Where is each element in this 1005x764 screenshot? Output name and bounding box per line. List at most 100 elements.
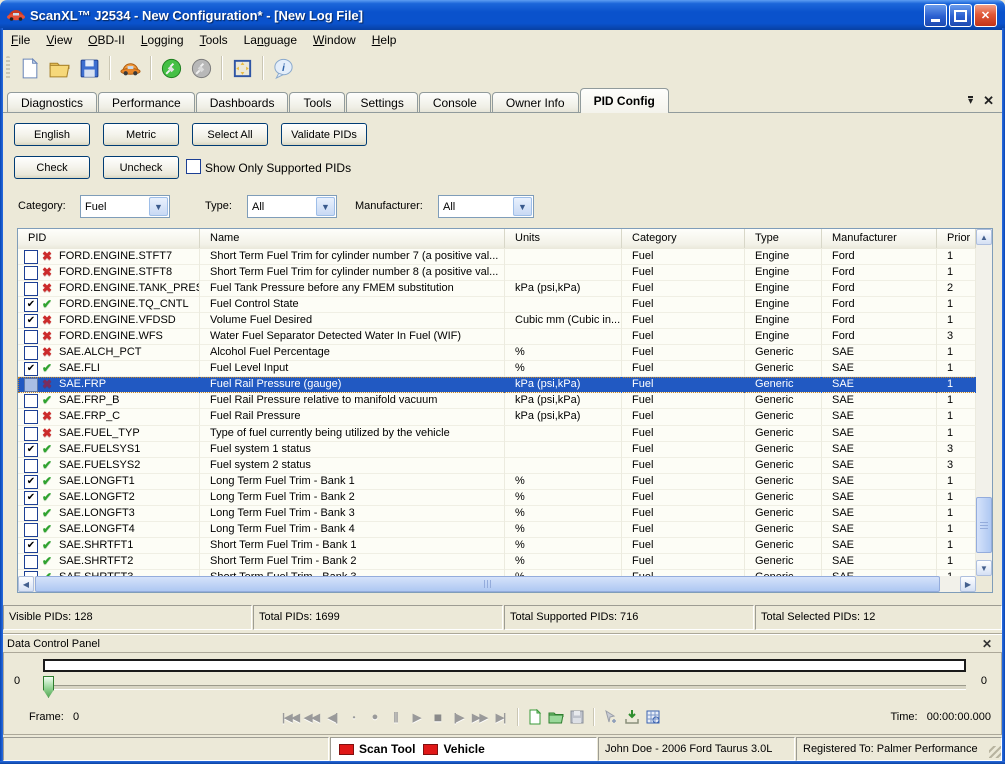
- resize-grip[interactable]: [989, 746, 1001, 758]
- tab-pid-config[interactable]: PID Config: [580, 88, 669, 113]
- tab-performance[interactable]: Performance: [98, 92, 195, 113]
- table-row[interactable]: ✖SAE.ALCH_PCTAlcohol Fuel Percentage%Fue…: [18, 345, 976, 361]
- validate-pids-button[interactable]: Validate PIDs: [281, 123, 367, 146]
- column-header-type[interactable]: Type: [745, 229, 822, 248]
- dcp-close-button[interactable]: ✕: [982, 637, 992, 651]
- manufacturer-dropdown-icon[interactable]: ▼: [513, 197, 532, 216]
- menu-view[interactable]: View: [38, 31, 80, 49]
- tab-tools[interactable]: Tools: [289, 92, 345, 113]
- horizontal-scrollbar[interactable]: ◀ ▶: [18, 576, 976, 592]
- select-all-button[interactable]: Select All: [192, 123, 268, 146]
- row-checkbox[interactable]: [24, 330, 38, 344]
- step-forward-button[interactable]: |▶: [448, 706, 469, 728]
- column-header-units[interactable]: Units: [505, 229, 622, 248]
- connect-icon[interactable]: [156, 54, 186, 82]
- table-row[interactable]: ✔SAE.LONGFT4Long Term Fuel Trim - Bank 4…: [18, 522, 976, 538]
- menu-tools[interactable]: Tools: [192, 31, 236, 49]
- rewind-button[interactable]: ◀◀: [301, 706, 322, 728]
- table-row[interactable]: ✔✔SAE.FLIFuel Level Input%FuelGenericSAE…: [18, 361, 976, 377]
- row-checkbox[interactable]: ✔: [24, 475, 38, 489]
- add-note-icon[interactable]: [600, 706, 621, 728]
- pause-button[interactable]: ||: [385, 706, 406, 728]
- maximize-button[interactable]: [949, 4, 972, 27]
- table-row[interactable]: ✔✔SAE.LONGFT2Long Term Fuel Trim - Bank …: [18, 490, 976, 506]
- menu-language[interactable]: Language: [236, 31, 305, 49]
- close-button[interactable]: ✕: [974, 4, 997, 27]
- row-checkbox[interactable]: ✔: [24, 443, 38, 457]
- tab-settings[interactable]: Settings: [346, 92, 417, 113]
- table-row[interactable]: ✔SAE.FUELSYS2Fuel system 2 statusFuelGen…: [18, 458, 976, 474]
- column-header-pid[interactable]: PID: [20, 229, 200, 248]
- row-checkbox[interactable]: [24, 555, 38, 569]
- column-header-prior[interactable]: Prior: [937, 229, 976, 248]
- table-row[interactable]: ✔SAE.SHRTFT2Short Term Fuel Trim - Bank …: [18, 554, 976, 570]
- row-checkbox[interactable]: [24, 427, 38, 441]
- table-row[interactable]: ✔✖FORD.ENGINE.VFDSDVolume Fuel DesiredCu…: [18, 313, 976, 329]
- table-row[interactable]: ✔✔SAE.FUELSYS1Fuel system 1 statusFuelGe…: [18, 442, 976, 458]
- play-button[interactable]: ▶: [406, 706, 427, 728]
- row-checkbox[interactable]: [24, 507, 38, 521]
- scroll-right-button[interactable]: ▶: [960, 576, 976, 592]
- table-row[interactable]: ✔SAE.LONGFT3Long Term Fuel Trim - Bank 3…: [18, 506, 976, 522]
- export-icon[interactable]: [621, 706, 642, 728]
- menu-window[interactable]: Window: [305, 31, 364, 49]
- table-row[interactable]: ✖FORD.ENGINE.STFT8Short Term Fuel Trim f…: [18, 265, 976, 281]
- frame-slider-thumb[interactable]: [43, 676, 54, 698]
- table-row[interactable]: ✔✔SAE.LONGFT1Long Term Fuel Trim - Bank …: [18, 474, 976, 490]
- table-row[interactable]: ✖FORD.ENGINE.WFSWater Fuel Separator Det…: [18, 329, 976, 345]
- row-checkbox[interactable]: [24, 250, 38, 264]
- menu-obd-ii[interactable]: OBD-II: [80, 31, 133, 49]
- new-file-icon[interactable]: [14, 54, 44, 82]
- vehicle-icon[interactable]: [115, 54, 145, 82]
- table-row[interactable]: ✖FORD.ENGINE.STFT7Short Term Fuel Trim f…: [18, 249, 976, 265]
- table-row[interactable]: ✔✔FORD.ENGINE.TQ_CNTLFuel Control StateF…: [18, 297, 976, 313]
- fast-forward-button[interactable]: ▶▶: [469, 706, 490, 728]
- disconnect-icon[interactable]: [186, 54, 216, 82]
- tab-scroll-button[interactable]: ▾: [968, 96, 973, 107]
- row-checkbox[interactable]: [24, 523, 38, 537]
- row-checkbox[interactable]: [24, 266, 38, 280]
- category-dropdown-icon[interactable]: ▼: [149, 197, 168, 216]
- row-checkbox[interactable]: [24, 459, 38, 473]
- row-checkbox[interactable]: [24, 394, 38, 408]
- row-checkbox[interactable]: ✔: [24, 539, 38, 553]
- menu-file[interactable]: File: [3, 31, 38, 49]
- table-row[interactable]: ✖SAE.FUEL_TYPType of fuel currently bein…: [18, 426, 976, 442]
- type-dropdown-icon[interactable]: ▼: [316, 197, 335, 216]
- table-row[interactable]: ✔SAE.FRP_BFuel Rail Pressure relative to…: [18, 393, 976, 409]
- tab-close-button[interactable]: ✕: [983, 93, 994, 109]
- save-icon[interactable]: [74, 54, 104, 82]
- record-button[interactable]: ●: [364, 706, 385, 728]
- row-checkbox[interactable]: ✔: [24, 298, 38, 312]
- skip-first-button[interactable]: |◀◀: [280, 706, 301, 728]
- row-checkbox[interactable]: [24, 282, 38, 296]
- view-grid-icon[interactable]: [642, 706, 663, 728]
- step-back-button[interactable]: ◀|: [322, 706, 343, 728]
- metric-button[interactable]: Metric: [103, 123, 179, 146]
- type-combobox[interactable]: All ▼: [247, 195, 337, 218]
- row-checkbox[interactable]: ✔: [24, 362, 38, 376]
- row-checkbox[interactable]: ✔: [24, 314, 38, 328]
- scroll-down-button[interactable]: ▼: [976, 560, 992, 576]
- menu-help[interactable]: Help: [364, 31, 405, 49]
- column-header-category[interactable]: Category: [622, 229, 745, 248]
- new-log-icon[interactable]: [524, 706, 545, 728]
- category-combobox[interactable]: Fuel ▼: [80, 195, 170, 218]
- about-icon[interactable]: i: [268, 54, 298, 82]
- open-file-icon[interactable]: [44, 54, 74, 82]
- tab-console[interactable]: Console: [419, 92, 491, 113]
- vertical-scrollbar[interactable]: ▲ ▼: [976, 229, 992, 576]
- row-checkbox[interactable]: [24, 346, 38, 360]
- column-header-manufacturer[interactable]: Manufacturer: [822, 229, 937, 248]
- table-row[interactable]: ✔✔SAE.SHRTFT1Short Term Fuel Trim - Bank…: [18, 538, 976, 554]
- row-checkbox[interactable]: [24, 378, 38, 392]
- tab-owner-info[interactable]: Owner Info: [492, 92, 579, 113]
- table-row[interactable]: ✖FORD.ENGINE.TANK_PRESFuel Tank Pressure…: [18, 281, 976, 297]
- menu-logging[interactable]: Logging: [133, 31, 192, 49]
- save-log-icon[interactable]: [566, 706, 587, 728]
- frame-slider-track[interactable]: [43, 685, 966, 690]
- column-header-name[interactable]: Name: [200, 229, 505, 248]
- row-checkbox[interactable]: [24, 410, 38, 424]
- table-row[interactable]: ✖SAE.FRP_CFuel Rail PressurekPa (psi,kPa…: [18, 409, 976, 425]
- open-log-icon[interactable]: [545, 706, 566, 728]
